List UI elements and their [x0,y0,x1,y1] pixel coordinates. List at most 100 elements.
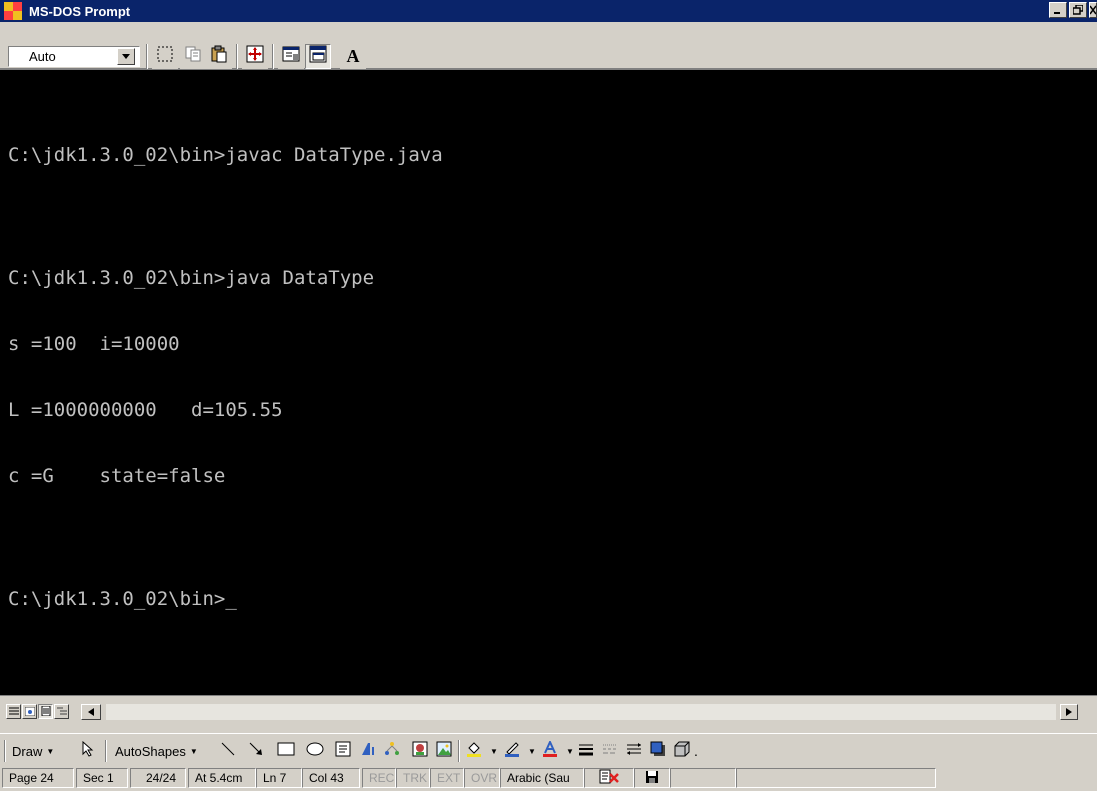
console-line: L =1000000000 d=105.55 [8,399,283,421]
document-scroll-row [0,695,1097,733]
outline-view-button[interactable] [54,704,69,719]
font-button[interactable]: A [340,44,366,69]
copy-button[interactable] [180,44,206,69]
status-bar: Page 24 Sec 1 24/24 At 5.4cm Ln 7 Col 43… [0,765,1097,791]
font-color-button[interactable] [540,739,560,762]
save-icon [645,770,659,787]
save-status[interactable] [634,768,670,788]
console-window[interactable]: C:\jdk1.3.0_02\bin>javac DataType.java C… [0,70,1097,695]
window-title: MS-DOS Prompt [29,3,131,19]
normal-view-icon [8,703,19,721]
clip-art-button[interactable] [410,741,430,760]
caret-down-icon: ▼ [490,746,498,756]
web-layout-icon [24,703,35,721]
more-buttons[interactable]: . [694,740,698,762]
close-button[interactable] [1089,2,1097,18]
oval-tool-button[interactable] [305,742,325,760]
line-style-button[interactable] [576,742,596,760]
chevron-down-icon[interactable] [117,48,135,65]
status-ext[interactable]: EXT [430,768,464,788]
font-size-select[interactable]: Auto [8,46,140,67]
console-output: C:\jdk1.3.0_02\bin>javac DataType.java C… [8,100,443,654]
paste-icon [210,45,228,68]
rectangle-tool-button[interactable] [276,742,296,760]
pointer-icon [82,740,94,762]
font-icon: A [346,46,360,66]
dash-style-icon [602,741,618,762]
line-color-dropdown[interactable]: ▼ [524,740,536,762]
insert-picture-button[interactable] [434,741,454,760]
caret-down-icon: ▼ [566,746,574,756]
mark-button[interactable] [152,44,178,69]
wordart-button[interactable] [358,742,378,760]
status-rec[interactable]: REC [362,768,396,788]
arrow-left-icon [88,703,94,721]
toolbar-separator [272,44,274,69]
shadow-icon [650,741,666,762]
status-page-count: 24/24 [130,768,186,788]
toolbar-separator [236,44,238,69]
oval-icon [306,741,324,762]
arrow-tool-button[interactable] [246,742,266,760]
properties-button[interactable] [278,44,304,69]
print-layout-button[interactable] [38,704,53,719]
diagram-button[interactable] [382,741,402,762]
background-button[interactable] [305,44,331,69]
status-language[interactable]: Arabic (Sau [500,768,584,788]
status-column: Col 43 [302,768,360,788]
arrow-icon [248,741,264,762]
line-color-icon [504,741,520,762]
console-line: c =G state=false [8,465,226,487]
arrow-style-button[interactable] [624,742,644,760]
spelling-status[interactable] [584,768,634,788]
full-screen-icon [246,45,264,68]
line-style-icon [578,741,594,762]
title-bar[interactable]: MS-DOS Prompt [0,0,1097,22]
web-layout-button[interactable] [22,704,37,719]
normal-view-button[interactable] [6,704,21,719]
spelling-error-icon [598,769,620,788]
paste-button[interactable] [206,44,232,69]
shadow-button[interactable] [648,741,668,762]
line-color-button[interactable] [502,741,522,762]
console-line: C:\jdk1.3.0_02\bin>java DataType [8,267,375,289]
background-icon [309,45,327,68]
more-icon: . [694,743,698,759]
scroll-right-button[interactable] [1060,704,1078,720]
diagram-icon [384,741,400,762]
3d-icon [674,741,690,762]
minimize-button[interactable] [1049,2,1067,18]
3d-button[interactable] [672,741,692,762]
toolbar-separator [105,740,107,762]
console-line: C:\jdk1.3.0_02\bin>javac DataType.java [8,144,443,166]
font-color-icon [542,739,558,762]
rectangle-icon [277,741,295,762]
arrow-style-icon [626,741,642,762]
status-trk[interactable]: TRK [396,768,430,788]
arrow-right-icon [1066,703,1072,721]
copy-icon [184,45,202,68]
scroll-left-button[interactable] [81,704,101,720]
draw-menu[interactable]: Draw ▼ [12,740,54,762]
fill-color-button[interactable] [464,741,484,760]
select-objects-button[interactable] [78,740,98,762]
status-ovr[interactable]: OVR [464,768,500,788]
line-icon [220,741,236,762]
full-screen-button[interactable] [242,44,268,69]
horizontal-scrollbar[interactable] [106,704,1056,720]
maximize-button[interactable] [1069,2,1087,18]
view-buttons [6,704,70,719]
print-layout-icon [41,703,51,721]
dash-style-button[interactable] [600,742,620,760]
caret-down-icon: ▼ [189,746,198,756]
fill-color-dropdown[interactable]: ▼ [486,740,498,762]
console-line: s =100 i=10000 [8,333,180,355]
text-box-button[interactable] [333,741,353,760]
autoshapes-menu[interactable]: AutoShapes ▼ [115,740,198,762]
font-color-dropdown[interactable]: ▼ [562,740,574,762]
draw-menu-label: Draw [12,743,43,759]
caret-down-icon: ▼ [528,746,536,756]
toolbar-separator [458,740,460,762]
line-tool-button[interactable] [218,742,238,760]
